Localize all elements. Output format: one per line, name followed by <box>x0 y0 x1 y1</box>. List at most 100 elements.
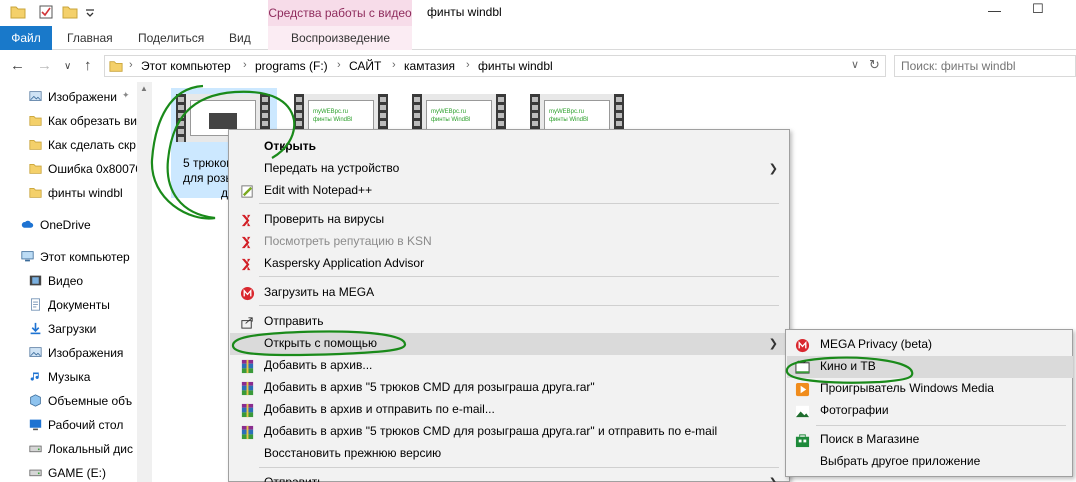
breadcrumb-separator[interactable]: › <box>392 59 396 71</box>
breadcrumb-this-pc[interactable]: Этот компьютер <box>141 59 231 73</box>
context-menu-item[interactable]: Kaspersky Application Advisor <box>230 253 790 275</box>
new-folder-icon[interactable] <box>62 4 78 20</box>
open-with-item[interactable]: Поиск в Магазине <box>787 429 1073 451</box>
kaspersky-icon <box>241 258 251 271</box>
tab-playback[interactable]: Воспроизведение <box>291 26 390 50</box>
documents-icon <box>31 298 40 311</box>
context-menu-item-label: Открыть с помощью <box>264 336 378 350</box>
tab-share[interactable]: Поделиться <box>138 26 204 50</box>
open-with-item[interactable]: Выбрать другое приложение <box>787 451 1073 473</box>
context-menu: Открыть Передать на устройство ❯ Edit with … <box>228 129 790 482</box>
media-player-icon <box>795 382 810 397</box>
3d-objects-icon <box>30 394 41 407</box>
mega-icon <box>240 286 255 301</box>
breadcrumb-programs[interactable]: programs (F:) <box>255 59 328 73</box>
open-with-item-label: Кино и ТВ <box>820 359 876 373</box>
nav-item-label: Локальный дис <box>48 442 133 456</box>
menu-separator <box>259 203 779 204</box>
drive-icon <box>29 445 42 453</box>
title-bar: Средства работы с видео финты windbl — ☐ <box>0 0 1076 26</box>
scroll-up-icon[interactable]: ▲ <box>140 84 148 93</box>
file-explorer-window: Средства работы с видео финты windbl — ☐… <box>0 0 1076 482</box>
search-input[interactable] <box>901 59 1071 73</box>
winrar-icon <box>241 425 254 440</box>
context-menu-item[interactable]: Добавить в архив "5 трюков CMD для розыг… <box>230 377 790 399</box>
nav-item-label: Этот компьютер <box>40 250 130 264</box>
open-with-item[interactable]: Фотографии <box>787 400 1073 422</box>
search-box[interactable] <box>894 55 1076 77</box>
address-box[interactable]: › Этот компьютер › programs (F:) › САЙТ … <box>104 55 886 77</box>
chevron-right-icon: ❯ <box>769 476 778 482</box>
context-menu-item[interactable]: Загрузить на MEGA <box>230 282 790 304</box>
open-with-item[interactable]: Проигрыватель Windows Media <box>787 378 1073 400</box>
pictures-icon <box>29 91 42 101</box>
nav-item-label: финты windbl <box>48 186 123 200</box>
nav-item-label: Как сделать скр <box>48 138 136 152</box>
monitor-icon <box>209 113 237 129</box>
open-with-item[interactable]: MEGA Privacy (beta) <box>787 334 1073 356</box>
winrar-icon <box>241 359 254 374</box>
up-arrow-icon[interactable]: ↑ <box>84 57 92 74</box>
open-with-item-label: Проигрыватель Windows Media <box>820 381 994 395</box>
back-arrow-icon[interactable]: ← <box>10 57 25 74</box>
recent-locations-icon[interactable]: ∨ <box>64 61 71 72</box>
thumbnail-caption: myWEBpc.ru финты WindBl <box>313 109 353 123</box>
breadcrumb-separator[interactable]: › <box>337 59 341 71</box>
open-with-item-label: Фотографии <box>820 403 889 417</box>
breadcrumb-current[interactable]: финты windbl <box>478 59 553 73</box>
open-with-item-label: Выбрать другое приложение <box>820 454 981 468</box>
desktop-icon <box>29 419 42 431</box>
pin-icon[interactable]: ✦ <box>122 90 130 101</box>
navigation-scrollbar[interactable]: ▲ <box>137 82 152 482</box>
properties-icon[interactable] <box>38 4 54 20</box>
breadcrumb-kamtaziya[interactable]: камтазия <box>404 59 455 73</box>
breadcrumb-separator[interactable]: › <box>466 59 470 71</box>
customize-quick-access-icon[interactable] <box>82 4 98 20</box>
maximize-icon[interactable]: ☐ <box>1032 1 1044 17</box>
kaspersky-icon <box>241 236 251 249</box>
tab-home[interactable]: Главная <box>67 26 113 50</box>
context-menu-item[interactable]: Отправить <box>230 311 790 333</box>
open-with-item[interactable]: Кино и ТВ <box>787 356 1073 378</box>
breadcrumb-separator[interactable]: › <box>129 59 133 71</box>
nav-item-label: Ошибка 0x80070 <box>48 162 143 176</box>
movies-tv-icon <box>795 360 810 374</box>
kaspersky-icon <box>241 214 251 227</box>
chevron-right-icon: ❯ <box>768 163 778 175</box>
context-menu-item-label: Отправить <box>264 314 324 328</box>
context-menu-item[interactable]: Добавить в архив "5 трюков CMD для розыг… <box>230 421 790 443</box>
context-menu-item[interactable]: Отправить ❯ <box>230 472 790 482</box>
thumbnail-caption: myWEBpc.ru финты WindBl <box>431 109 471 123</box>
breadcrumb-site[interactable]: САЙТ <box>349 59 381 73</box>
nav-item-label: Загрузки <box>48 322 97 336</box>
context-menu-item-label: Открыть <box>264 139 317 153</box>
context-menu-item[interactable]: Открыть <box>230 136 790 158</box>
folder-icon[interactable] <box>10 4 26 20</box>
chevron-down-icon[interactable]: ∨ <box>851 58 859 71</box>
context-menu-item[interactable]: Edit with Notepad++ <box>230 180 790 202</box>
store-icon <box>795 434 810 448</box>
nav-item-label: OneDrive <box>40 218 91 232</box>
minimize-icon[interactable]: — <box>988 3 1001 18</box>
nav-item-label: Изображени <box>48 90 117 104</box>
refresh-icon[interactable]: ↻ <box>869 57 880 73</box>
cloud-icon <box>21 220 34 228</box>
context-menu-item-label: Добавить в архив "5 трюков CMD для розыг… <box>264 424 718 438</box>
tab-view[interactable]: Вид <box>229 26 251 50</box>
context-menu-item[interactable]: Добавить в архив и отправить по e-mail..… <box>230 399 790 421</box>
context-menu-item[interactable]: Передать на устройство ❯ <box>230 158 790 180</box>
context-menu-item-label: Отправить <box>264 475 324 482</box>
window-title: финты windbl <box>427 5 502 19</box>
breadcrumb-separator[interactable]: › <box>243 59 247 71</box>
context-menu-item[interactable]: Восстановить прежнюю версию <box>230 443 790 465</box>
menu-separator <box>259 467 779 468</box>
context-menu-item[interactable]: Добавить в архив... <box>230 355 790 377</box>
downloads-icon <box>30 322 41 335</box>
context-menu-item[interactable]: Открыть с помощью ❯ <box>230 333 790 355</box>
open-with-item-label: Поиск в Магазине <box>820 432 920 446</box>
context-menu-item[interactable]: Посмотреть репутацию в KSN <box>230 231 790 253</box>
context-menu-item[interactable]: Проверить на вирусы <box>230 209 790 231</box>
tab-file[interactable]: Файл <box>0 26 52 50</box>
forward-arrow-icon[interactable]: → <box>37 57 52 74</box>
film-strip <box>176 94 186 142</box>
